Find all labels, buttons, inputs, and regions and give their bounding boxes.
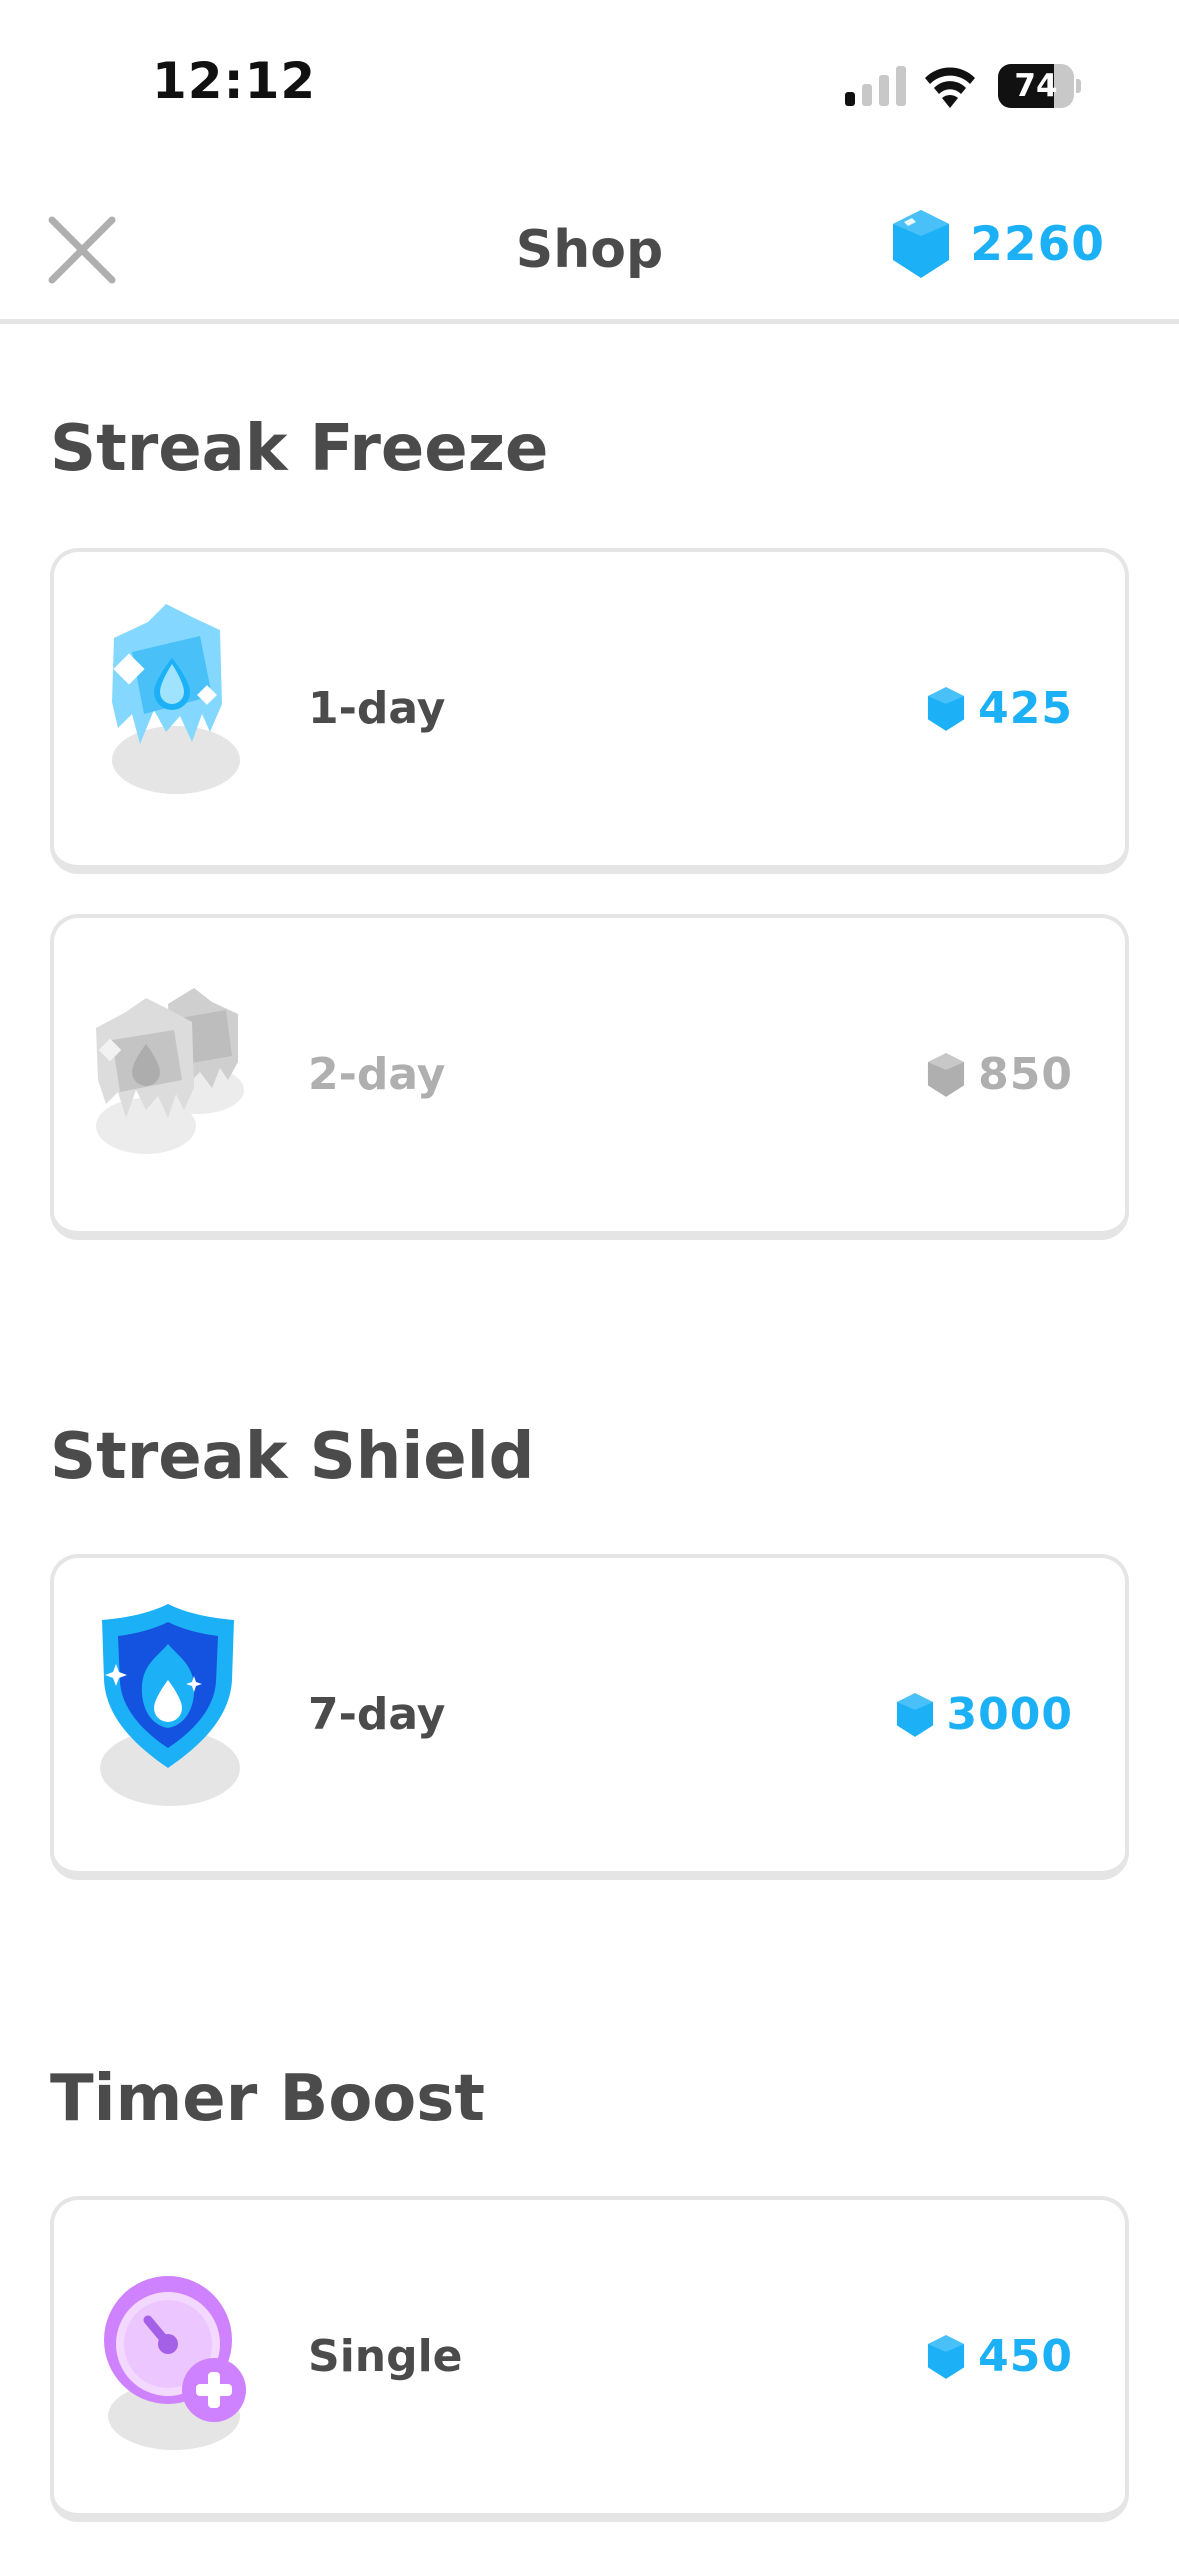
gem-icon — [928, 2334, 965, 2379]
double-ice-cube-icon — [96, 988, 244, 1154]
shop-item-streak-shield-7-day[interactable]: 7-day 3000 — [50, 1554, 1129, 1880]
item-price-value: 3000 — [946, 1689, 1073, 1740]
close-button[interactable] — [46, 214, 118, 286]
item-price-value: 850 — [978, 1049, 1073, 1100]
status-bar: 12:12 74 — [0, 0, 1179, 170]
item-price-value: 425 — [978, 683, 1073, 734]
item-label: 7-day — [308, 1689, 446, 1740]
gem-icon — [928, 686, 965, 731]
item-price: 425 — [926, 552, 1073, 865]
section-title-timer-boost: Timer Boost — [50, 2062, 485, 2136]
gem-balance[interactable]: 2260 — [890, 208, 1105, 280]
item-label: 1-day — [308, 683, 446, 734]
item-label: 2-day — [308, 1049, 446, 1100]
section-title-streak-freeze: Streak Freeze — [50, 412, 549, 486]
shop-item-timer-boost-single[interactable]: Single 450 — [50, 2196, 1129, 2522]
item-label: Single — [308, 2331, 463, 2382]
shop-item-streak-freeze-2-day[interactable]: 2-day 850 — [50, 914, 1129, 1240]
cellular-signal-icon — [845, 66, 906, 106]
ice-cube-icon — [112, 604, 240, 794]
wifi-icon — [925, 67, 975, 108]
shop-header: Shop 2260 — [0, 170, 1179, 324]
item-price: 850 — [926, 918, 1073, 1231]
section-title-streak-shield: Streak Shield — [50, 1420, 535, 1494]
gem-balance-value: 2260 — [970, 216, 1105, 272]
timer-boost-icon — [104, 2276, 246, 2450]
gem-icon — [893, 210, 950, 278]
item-price: 450 — [926, 2200, 1073, 2513]
gem-icon — [928, 1052, 965, 1097]
item-price: 3000 — [895, 1558, 1073, 1871]
shop-item-streak-freeze-1-day[interactable]: 1-day 425 — [50, 548, 1129, 874]
shield-icon — [100, 1604, 240, 1806]
status-time: 12:12 — [152, 52, 317, 110]
battery-level: 74 — [1014, 68, 1058, 104]
gem-icon — [896, 1692, 933, 1737]
battery-icon: 74 — [998, 64, 1081, 108]
item-price-value: 450 — [978, 2331, 1073, 2382]
